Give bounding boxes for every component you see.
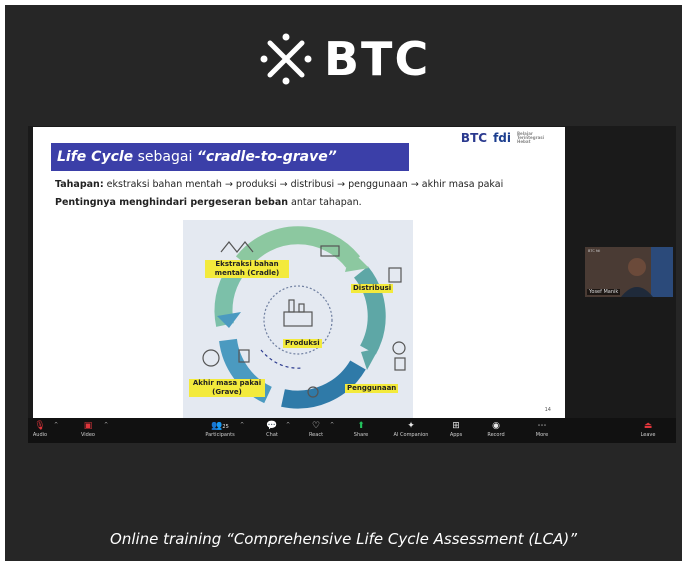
- participant-video-tile[interactable]: BTC fdi Yosef Manik: [585, 247, 673, 297]
- slide-title-quote: “cradle-to-grave”: [196, 149, 337, 165]
- more-icon: ⋯: [537, 421, 547, 431]
- share-icon: ⬆: [357, 421, 365, 431]
- leave-label: Leave: [640, 432, 656, 438]
- camera-off-icon: ▣: [83, 421, 93, 431]
- participants-button[interactable]: 👥25 Participants: [200, 420, 240, 439]
- btc-star-icon: [260, 33, 312, 85]
- leave-button[interactable]: ⏏ Leave: [628, 420, 668, 439]
- apps-button[interactable]: ⊞ Apps: [436, 420, 476, 439]
- slide-title-normal: sebagai: [133, 149, 197, 165]
- record-icon: ◉: [492, 421, 500, 431]
- brand-logo: BTC: [260, 30, 450, 88]
- sparkle-icon: ✦: [407, 421, 415, 431]
- apps-label: Apps: [449, 432, 463, 438]
- react-label: React: [308, 432, 324, 438]
- video-label: Video: [80, 432, 95, 438]
- participant-name: Yosef Manik: [587, 289, 621, 295]
- record-label: Record: [487, 432, 505, 438]
- chat-icon: 💬: [266, 421, 278, 431]
- slide-logo-fdi: fdi: [493, 131, 511, 145]
- more-button[interactable]: ⋯ More: [522, 420, 562, 439]
- chat-caret-icon[interactable]: ^: [286, 422, 290, 428]
- video-frame: BTC BTC fdi Belajar Terintegrasi Hebat L…: [5, 5, 682, 561]
- audio-caret-icon[interactable]: ^: [54, 422, 58, 428]
- heart-icon: ♡: [311, 421, 321, 431]
- ai-companion-label: AI Companion: [393, 432, 429, 438]
- zoom-meeting-window: BTC fdi Belajar Terintegrasi Hebat Life …: [28, 126, 676, 443]
- stage-label-produksi: Produksi: [283, 339, 322, 348]
- brand-name: BTC: [324, 32, 431, 86]
- stage-label-distribusi: Distribusi: [351, 284, 394, 293]
- slide-title: Life Cycle sebagai “cradle-to-grave”: [51, 143, 409, 171]
- video-button[interactable]: ▣ Video: [68, 420, 108, 439]
- share-button[interactable]: ⬆ Share: [341, 420, 381, 439]
- slide-logo-btc: BTC: [460, 131, 488, 145]
- video-caret-icon[interactable]: ^: [104, 422, 108, 428]
- slide-logo: BTC fdi Belajar Terintegrasi Hebat: [460, 131, 545, 145]
- stage-label-penggunaan: Penggunaan: [345, 384, 399, 393]
- shared-slide: BTC fdi Belajar Terintegrasi Hebat Life …: [33, 127, 565, 418]
- participants-caret-icon[interactable]: ^: [240, 422, 244, 428]
- slide-line-tahapan: Tahapan: ekstraksi bahan mentah → produk…: [55, 179, 503, 190]
- participants-count: 25: [222, 424, 229, 430]
- pentingnya-text: antar tahapan.: [288, 197, 362, 208]
- leave-icon: ⏏: [643, 421, 653, 431]
- participants-icon: 👥25: [211, 421, 229, 431]
- zoom-toolbar: 🎙 Audio ^ ▣ Video ^ 👥25 Participants ^ 💬…: [28, 418, 676, 443]
- chat-label: Chat: [266, 432, 278, 438]
- caption: Online training “Comprehensive Life Cycl…: [110, 530, 577, 548]
- mic-muted-icon: 🎙: [34, 421, 46, 431]
- share-label: Share: [353, 432, 369, 438]
- pentingnya-label: Pentingnya menghindari pergeseran beban: [55, 197, 289, 208]
- slide-logo-small: Belajar Terintegrasi Hebat: [517, 131, 545, 144]
- life-cycle-diagram: Ekstraksi bahan mentah (Cradle) Distribu…: [183, 220, 413, 418]
- participants-label: Participants: [205, 432, 235, 438]
- stage-label-akhir: Akhir masa pakai (Grave): [189, 379, 265, 397]
- tahapan-text: ekstraksi bahan mentah → produksi → dist…: [103, 179, 504, 190]
- record-button[interactable]: ◉ Record: [476, 420, 516, 439]
- slide-page-number: 14: [544, 407, 551, 413]
- audio-label: Audio: [32, 432, 48, 438]
- tahapan-label: Tahapan:: [55, 179, 104, 190]
- slide-line-pentingnya: Pentingnya menghindari pergeseran beban …: [55, 197, 362, 208]
- stage-label-ekstraksi: Ekstraksi bahan mentah (Cradle): [205, 260, 289, 278]
- apps-icon: ⊞: [452, 421, 460, 431]
- react-caret-icon[interactable]: ^: [330, 422, 334, 428]
- ai-companion-button[interactable]: ✦ AI Companion: [386, 420, 436, 439]
- more-label: More: [535, 432, 549, 438]
- slide-title-italic: Life Cycle: [57, 149, 134, 165]
- participant-video-top-text: BTC fdi: [588, 249, 601, 253]
